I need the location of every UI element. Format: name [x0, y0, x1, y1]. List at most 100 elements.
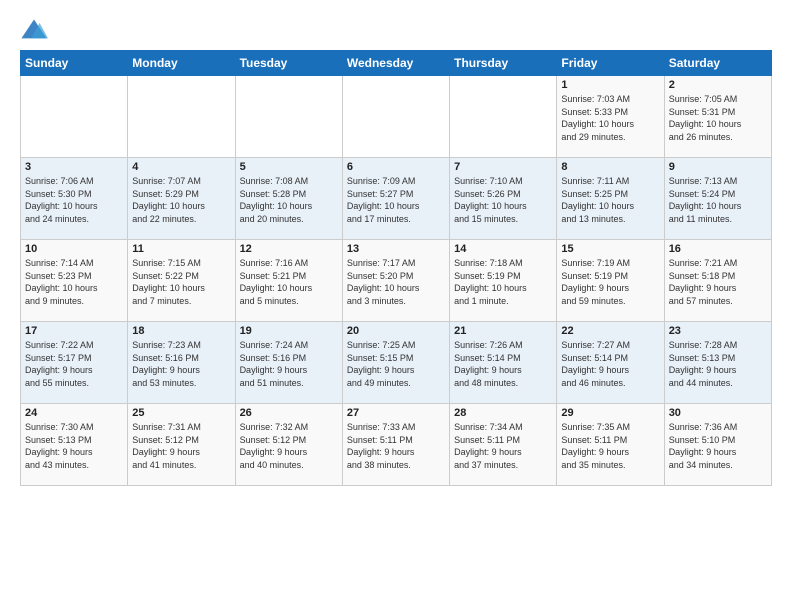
day-info: Sunrise: 7:27 AM Sunset: 5:14 PM Dayligh… [561, 339, 659, 389]
header [20, 16, 772, 44]
week-row-5: 24 Sunrise: 7:30 AM Sunset: 5:13 PM Dayli… [21, 404, 772, 486]
day-cell: 8 Sunrise: 7:11 AM Sunset: 5:25 PM Daylig… [557, 158, 664, 240]
day-number: 10 [25, 243, 123, 255]
day-cell: 15 Sunrise: 7:19 AM Sunset: 5:19 PM Dayli… [557, 240, 664, 322]
day-info: Sunrise: 7:22 AM Sunset: 5:17 PM Dayligh… [25, 339, 123, 389]
day-info: Sunrise: 7:24 AM Sunset: 5:16 PM Dayligh… [240, 339, 338, 389]
day-info: Sunrise: 7:07 AM Sunset: 5:29 PM Dayligh… [132, 175, 230, 225]
day-cell: 21 Sunrise: 7:26 AM Sunset: 5:14 PM Dayli… [450, 322, 557, 404]
day-info: Sunrise: 7:33 AM Sunset: 5:11 PM Dayligh… [347, 421, 445, 471]
day-info: Sunrise: 7:32 AM Sunset: 5:12 PM Dayligh… [240, 421, 338, 471]
day-cell [21, 76, 128, 158]
day-cell: 2 Sunrise: 7:05 AM Sunset: 5:31 PM Daylig… [664, 76, 771, 158]
day-info: Sunrise: 7:31 AM Sunset: 5:12 PM Dayligh… [132, 421, 230, 471]
day-cell [235, 76, 342, 158]
day-number: 7 [454, 161, 552, 173]
week-row-4: 17 Sunrise: 7:22 AM Sunset: 5:17 PM Dayli… [21, 322, 772, 404]
day-number: 18 [132, 325, 230, 337]
day-cell: 13 Sunrise: 7:17 AM Sunset: 5:20 PM Dayli… [342, 240, 449, 322]
day-cell: 4 Sunrise: 7:07 AM Sunset: 5:29 PM Daylig… [128, 158, 235, 240]
day-info: Sunrise: 7:23 AM Sunset: 5:16 PM Dayligh… [132, 339, 230, 389]
day-cell: 16 Sunrise: 7:21 AM Sunset: 5:18 PM Dayli… [664, 240, 771, 322]
day-info: Sunrise: 7:11 AM Sunset: 5:25 PM Dayligh… [561, 175, 659, 225]
day-info: Sunrise: 7:16 AM Sunset: 5:21 PM Dayligh… [240, 257, 338, 307]
day-cell: 25Sunrise: 7:31 AM Sunset: 5:12 PM Dayli… [128, 404, 235, 486]
day-number: 13 [347, 243, 445, 255]
day-cell: 22 Sunrise: 7:27 AM Sunset: 5:14 PM Dayli… [557, 322, 664, 404]
day-info: Sunrise: 7:26 AM Sunset: 5:14 PM Dayligh… [454, 339, 552, 389]
day-info: Sunrise: 7:18 AM Sunset: 5:19 PM Dayligh… [454, 257, 552, 307]
day-number: 2 [669, 79, 767, 91]
day-info: Sunrise: 7:14 AM Sunset: 5:23 PM Dayligh… [25, 257, 123, 307]
day-number: 23 [669, 325, 767, 337]
col-header-thursday: Thursday [450, 51, 557, 76]
day-number: 29 [561, 407, 659, 419]
day-cell: 26 Sunrise: 7:32 AM Sunset: 5:12 PM Dayli… [235, 404, 342, 486]
day-info: Sunrise: 7:15 AM Sunset: 5:22 PM Dayligh… [132, 257, 230, 307]
day-cell: 27 Sunrise: 7:33 AM Sunset: 5:11 PM Dayli… [342, 404, 449, 486]
day-number: 4 [132, 161, 230, 173]
day-number: 9 [669, 161, 767, 173]
day-cell: 20 Sunrise: 7:25 AM Sunset: 5:15 PM Dayli… [342, 322, 449, 404]
day-number: 5 [240, 161, 338, 173]
day-info: Sunrise: 7:08 AM Sunset: 5:28 PM Dayligh… [240, 175, 338, 225]
day-number: 16 [669, 243, 767, 255]
day-info: Sunrise: 7:10 AM Sunset: 5:26 PM Dayligh… [454, 175, 552, 225]
col-header-saturday: Saturday [664, 51, 771, 76]
day-number: 22 [561, 325, 659, 337]
col-header-wednesday: Wednesday [342, 51, 449, 76]
logo-icon [20, 16, 48, 44]
day-info: Sunrise: 7:34 AM Sunset: 5:11 PM Dayligh… [454, 421, 552, 471]
day-number: 20 [347, 325, 445, 337]
day-info: Sunrise: 7:06 AM Sunset: 5:30 PM Dayligh… [25, 175, 123, 225]
day-number: 14 [454, 243, 552, 255]
day-cell: 14 Sunrise: 7:18 AM Sunset: 5:19 PM Dayli… [450, 240, 557, 322]
day-number: 12 [240, 243, 338, 255]
day-info: Sunrise: 7:28 AM Sunset: 5:13 PM Dayligh… [669, 339, 767, 389]
day-cell: 18 Sunrise: 7:23 AM Sunset: 5:16 PM Dayli… [128, 322, 235, 404]
col-header-tuesday: Tuesday [235, 51, 342, 76]
calendar-table: SundayMondayTuesdayWednesdayThursdayFrid… [20, 50, 772, 486]
day-info: Sunrise: 7:21 AM Sunset: 5:18 PM Dayligh… [669, 257, 767, 307]
day-info: Sunrise: 7:17 AM Sunset: 5:20 PM Dayligh… [347, 257, 445, 307]
day-number: 11 [132, 243, 230, 255]
page: SundayMondayTuesdayWednesdayThursdayFrid… [0, 0, 792, 496]
day-cell: 1 Sunrise: 7:03 AM Sunset: 5:33 PM Daylig… [557, 76, 664, 158]
week-row-1: 1 Sunrise: 7:03 AM Sunset: 5:33 PM Daylig… [21, 76, 772, 158]
day-info: Sunrise: 7:19 AM Sunset: 5:19 PM Dayligh… [561, 257, 659, 307]
day-cell: 23 Sunrise: 7:28 AM Sunset: 5:13 PM Dayli… [664, 322, 771, 404]
day-info: Sunrise: 7:05 AM Sunset: 5:31 PM Dayligh… [669, 93, 767, 143]
day-cell: 3Sunrise: 7:06 AM Sunset: 5:30 PM Daylig… [21, 158, 128, 240]
day-number: 1 [561, 79, 659, 91]
day-cell: 6Sunrise: 7:09 AM Sunset: 5:27 PM Daylig… [342, 158, 449, 240]
day-number: 15 [561, 243, 659, 255]
day-cell: 10 Sunrise: 7:14 AM Sunset: 5:23 PM Dayli… [21, 240, 128, 322]
day-cell: 12 Sunrise: 7:16 AM Sunset: 5:21 PM Dayli… [235, 240, 342, 322]
day-number: 24 [25, 407, 123, 419]
day-number: 21 [454, 325, 552, 337]
day-cell: 24 Sunrise: 7:30 AM Sunset: 5:13 PM Dayli… [21, 404, 128, 486]
day-info: Sunrise: 7:09 AM Sunset: 5:27 PM Dayligh… [347, 175, 445, 225]
day-cell [128, 76, 235, 158]
day-number: 8 [561, 161, 659, 173]
day-cell: 17 Sunrise: 7:22 AM Sunset: 5:17 PM Dayli… [21, 322, 128, 404]
col-header-sunday: Sunday [21, 51, 128, 76]
day-info: Sunrise: 7:35 AM Sunset: 5:11 PM Dayligh… [561, 421, 659, 471]
day-info: Sunrise: 7:25 AM Sunset: 5:15 PM Dayligh… [347, 339, 445, 389]
day-cell: 9Sunrise: 7:13 AM Sunset: 5:24 PM Daylig… [664, 158, 771, 240]
day-cell: 28 Sunrise: 7:34 AM Sunset: 5:11 PM Dayli… [450, 404, 557, 486]
header-row: SundayMondayTuesdayWednesdayThursdayFrid… [21, 51, 772, 76]
day-info: Sunrise: 7:03 AM Sunset: 5:33 PM Dayligh… [561, 93, 659, 143]
day-cell [342, 76, 449, 158]
day-info: Sunrise: 7:30 AM Sunset: 5:13 PM Dayligh… [25, 421, 123, 471]
day-cell: 29 Sunrise: 7:35 AM Sunset: 5:11 PM Dayli… [557, 404, 664, 486]
day-number: 28 [454, 407, 552, 419]
day-number: 17 [25, 325, 123, 337]
day-number: 26 [240, 407, 338, 419]
week-row-3: 10 Sunrise: 7:14 AM Sunset: 5:23 PM Dayli… [21, 240, 772, 322]
day-number: 30 [669, 407, 767, 419]
day-number: 27 [347, 407, 445, 419]
day-cell: 7 Sunrise: 7:10 AM Sunset: 5:26 PM Daylig… [450, 158, 557, 240]
day-cell: 11 Sunrise: 7:15 AM Sunset: 5:22 PM Dayli… [128, 240, 235, 322]
day-number: 19 [240, 325, 338, 337]
